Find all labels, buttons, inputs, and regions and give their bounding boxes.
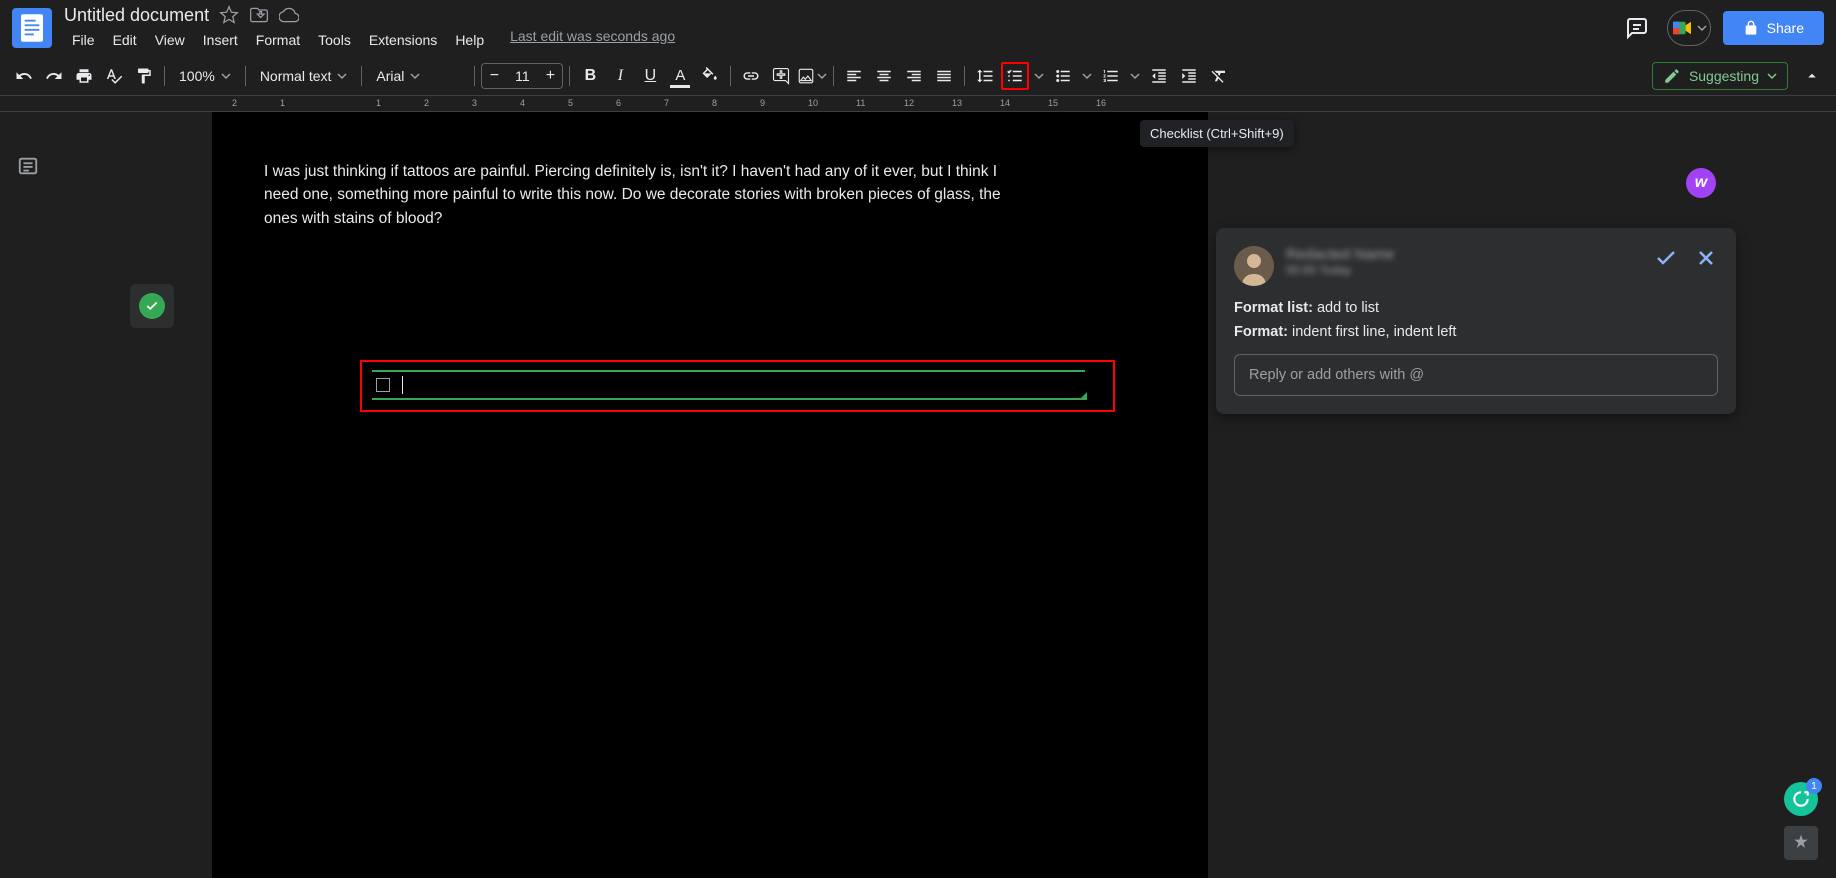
bold-button[interactable]: B (576, 62, 604, 90)
menu-file[interactable]: File (64, 28, 103, 52)
menu-view[interactable]: View (147, 28, 193, 52)
comment-history-icon[interactable] (1619, 10, 1655, 46)
menu-help[interactable]: Help (447, 28, 492, 52)
numbered-list-menu-button[interactable] (1127, 62, 1143, 90)
outline-toggle-button[interactable] (10, 148, 46, 184)
grammarly-icon[interactable] (1784, 782, 1818, 816)
spellcheck-button[interactable] (100, 62, 128, 90)
suggestion-card: Redacted Name 00:00 Today Format list: a… (1216, 228, 1736, 414)
reject-suggestion-button[interactable] (1694, 246, 1718, 270)
suggestion-author-name: Redacted Name (1286, 246, 1642, 263)
align-justify-button[interactable] (930, 62, 958, 90)
accept-suggestion-button[interactable] (1654, 246, 1678, 270)
underline-button[interactable]: U (636, 62, 664, 90)
suggestion-timestamp: 00:00 Today (1286, 263, 1642, 277)
mode-dropdown[interactable]: Suggesting (1652, 62, 1788, 90)
docs-icon[interactable] (12, 8, 52, 48)
align-center-button[interactable] (870, 62, 898, 90)
clear-formatting-button[interactable] (1205, 62, 1233, 90)
highlight-color-button[interactable] (696, 62, 724, 90)
align-right-button[interactable] (900, 62, 928, 90)
share-label: Share (1767, 20, 1804, 36)
text-color-button[interactable]: A (666, 62, 694, 90)
suggestion-detail-2: Format: indent first line, indent left (1234, 324, 1718, 340)
move-icon[interactable] (249, 5, 269, 25)
paint-format-button[interactable] (130, 62, 158, 90)
explore-button[interactable] (1784, 826, 1818, 860)
decrease-indent-button[interactable] (1145, 62, 1173, 90)
checklist-insertion-highlight (360, 360, 1115, 412)
menu-extensions[interactable]: Extensions (361, 28, 445, 52)
menu-format[interactable]: Format (248, 28, 308, 52)
undo-button[interactable] (10, 62, 38, 90)
suggestion-indicator[interactable] (130, 284, 174, 328)
increase-font-button[interactable]: + (538, 64, 562, 88)
zoom-dropdown[interactable]: 100% (171, 62, 239, 90)
line-spacing-button[interactable] (971, 62, 999, 90)
checklist-button[interactable] (1001, 62, 1029, 90)
body-text[interactable]: I was just thinking if tattoos are painf… (264, 160, 1024, 230)
print-button[interactable] (70, 62, 98, 90)
menu-edit[interactable]: Edit (105, 28, 145, 52)
increase-indent-button[interactable] (1175, 62, 1203, 90)
menu-tools[interactable]: Tools (310, 28, 359, 52)
menu-insert[interactable]: Insert (195, 28, 246, 52)
redo-button[interactable] (40, 62, 68, 90)
meet-button[interactable] (1667, 10, 1711, 46)
star-icon[interactable] (219, 5, 239, 25)
last-edit-link[interactable]: Last edit was seconds ago (510, 28, 675, 52)
collaborator-avatar[interactable]: w (1686, 168, 1716, 198)
font-size-control: − + (481, 63, 563, 89)
insert-link-button[interactable] (737, 62, 765, 90)
menubar: File Edit View Insert Format Tools Exten… (64, 28, 1619, 52)
numbered-list-button[interactable] (1097, 62, 1125, 90)
insert-image-button[interactable] (797, 62, 827, 90)
font-dropdown[interactable]: Arial (368, 62, 468, 90)
checklist-menu-button[interactable] (1031, 62, 1047, 90)
checklist-tooltip: Checklist (Ctrl+Shift+9) (1140, 120, 1294, 147)
suggestion-detail-1: Format list: add to list (1234, 300, 1718, 316)
font-size-input[interactable] (506, 68, 538, 84)
decrease-font-button[interactable]: − (482, 64, 506, 88)
share-button[interactable]: Share (1723, 11, 1824, 45)
bulleted-list-menu-button[interactable] (1079, 62, 1095, 90)
suggestion-author-avatar[interactable] (1234, 246, 1274, 286)
checklist-checkbox[interactable] (376, 378, 390, 392)
text-cursor (402, 376, 403, 394)
cloud-status-icon[interactable] (279, 5, 299, 25)
reply-input[interactable]: Reply or add others with @ (1234, 354, 1718, 396)
document-page[interactable]: I was just thinking if tattoos are painf… (212, 112, 1208, 878)
paragraph-style-dropdown[interactable]: Normal text (252, 62, 356, 90)
align-left-button[interactable] (840, 62, 868, 90)
italic-button[interactable]: I (606, 62, 634, 90)
collapse-toolbar-button[interactable] (1798, 62, 1826, 90)
ruler[interactable]: 2 1 1 2 3 4 5 6 7 8 9 10 11 12 13 14 15 … (0, 96, 1836, 112)
bulleted-list-button[interactable] (1049, 62, 1077, 90)
document-title[interactable]: Untitled document (64, 5, 209, 26)
add-comment-button[interactable] (767, 62, 795, 90)
